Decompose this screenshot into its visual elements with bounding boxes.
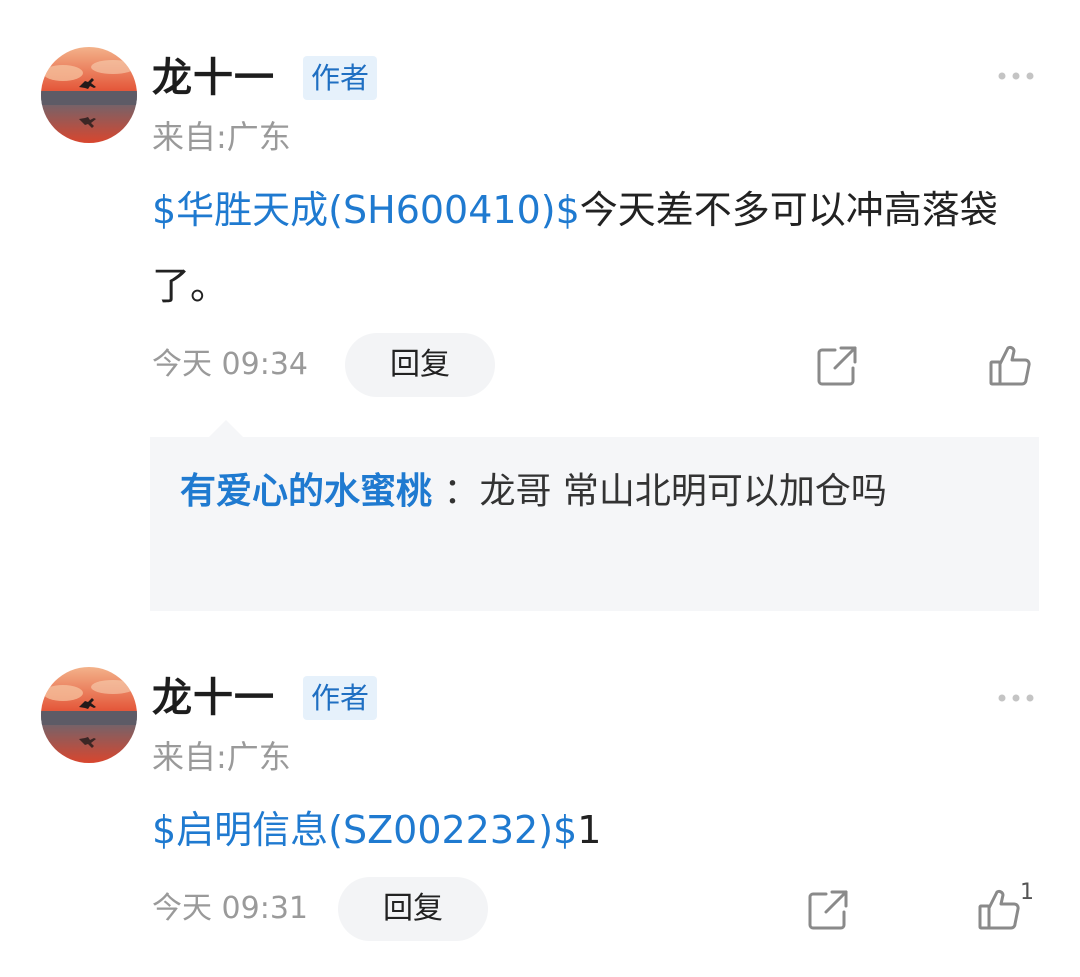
username[interactable]: 龙十一	[152, 672, 275, 724]
reply-button[interactable]: 回复	[338, 877, 488, 941]
reply-text: 龙哥 常山北明可以加仓吗	[479, 471, 887, 512]
more-dots-icon[interactable]	[996, 690, 1036, 706]
reply-username[interactable]: 有爱心的水蜜桃	[180, 471, 432, 512]
avatar[interactable]	[41, 47, 137, 143]
author-badge: 作者	[303, 676, 378, 720]
comment-text: 1	[577, 808, 602, 852]
comment-item: 龙十一 作者 来自:广东 $启明信息(SZ002232)$1 今天 09:31 …	[0, 640, 1080, 977]
comment-time: 今天 09:31	[152, 891, 308, 926]
thumbs-up-icon[interactable]	[987, 342, 1033, 388]
author-badge: 作者	[303, 56, 378, 100]
avatar[interactable]	[41, 667, 137, 763]
location-label: 来自:广东	[152, 118, 291, 156]
share-icon[interactable]	[806, 888, 850, 932]
stock-link[interactable]: $启明信息(SZ002232)$	[152, 808, 577, 852]
comment-item: 龙十一 作者 来自:广东 $华胜天成(SH600410)$今天差不多可以冲高落袋…	[0, 0, 1080, 640]
reply-box[interactable]: 有爱心的水蜜桃 ：龙哥 常山北明可以加仓吗	[150, 437, 1039, 611]
reply-separator: ：	[432, 471, 480, 512]
comment-content: $华胜天成(SH600410)$今天差不多可以冲高落袋了。	[152, 172, 1032, 324]
more-dots-icon[interactable]	[996, 68, 1036, 84]
reply-content: 有爱心的水蜜桃 ：龙哥 常山北明可以加仓吗	[180, 457, 1010, 527]
location-label: 来自:广东	[152, 738, 291, 776]
share-icon[interactable]	[815, 344, 859, 388]
comment-content: $启明信息(SZ002232)$1	[152, 792, 1032, 868]
thumbs-up-icon[interactable]	[976, 886, 1022, 932]
username[interactable]: 龙十一	[152, 52, 275, 104]
reply-pointer	[208, 420, 244, 438]
like-count: 1	[1020, 880, 1034, 905]
comment-time: 今天 09:34	[152, 347, 308, 382]
stock-link[interactable]: $华胜天成(SH600410)$	[152, 188, 580, 232]
reply-button[interactable]: 回复	[345, 333, 495, 397]
